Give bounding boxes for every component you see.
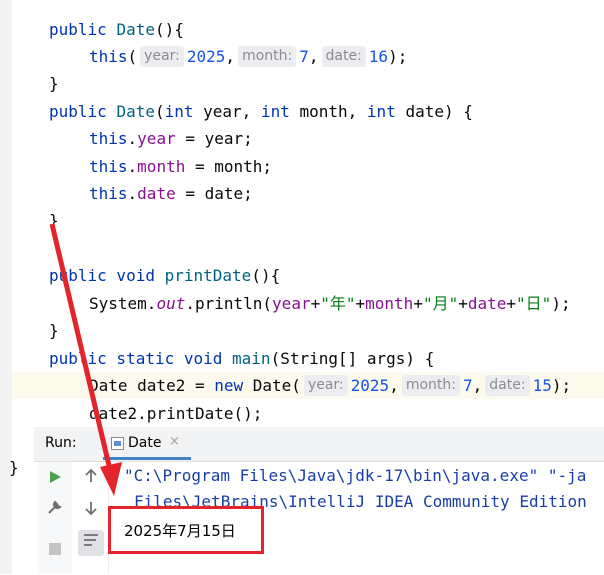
annotation-arrow [49,223,122,496]
